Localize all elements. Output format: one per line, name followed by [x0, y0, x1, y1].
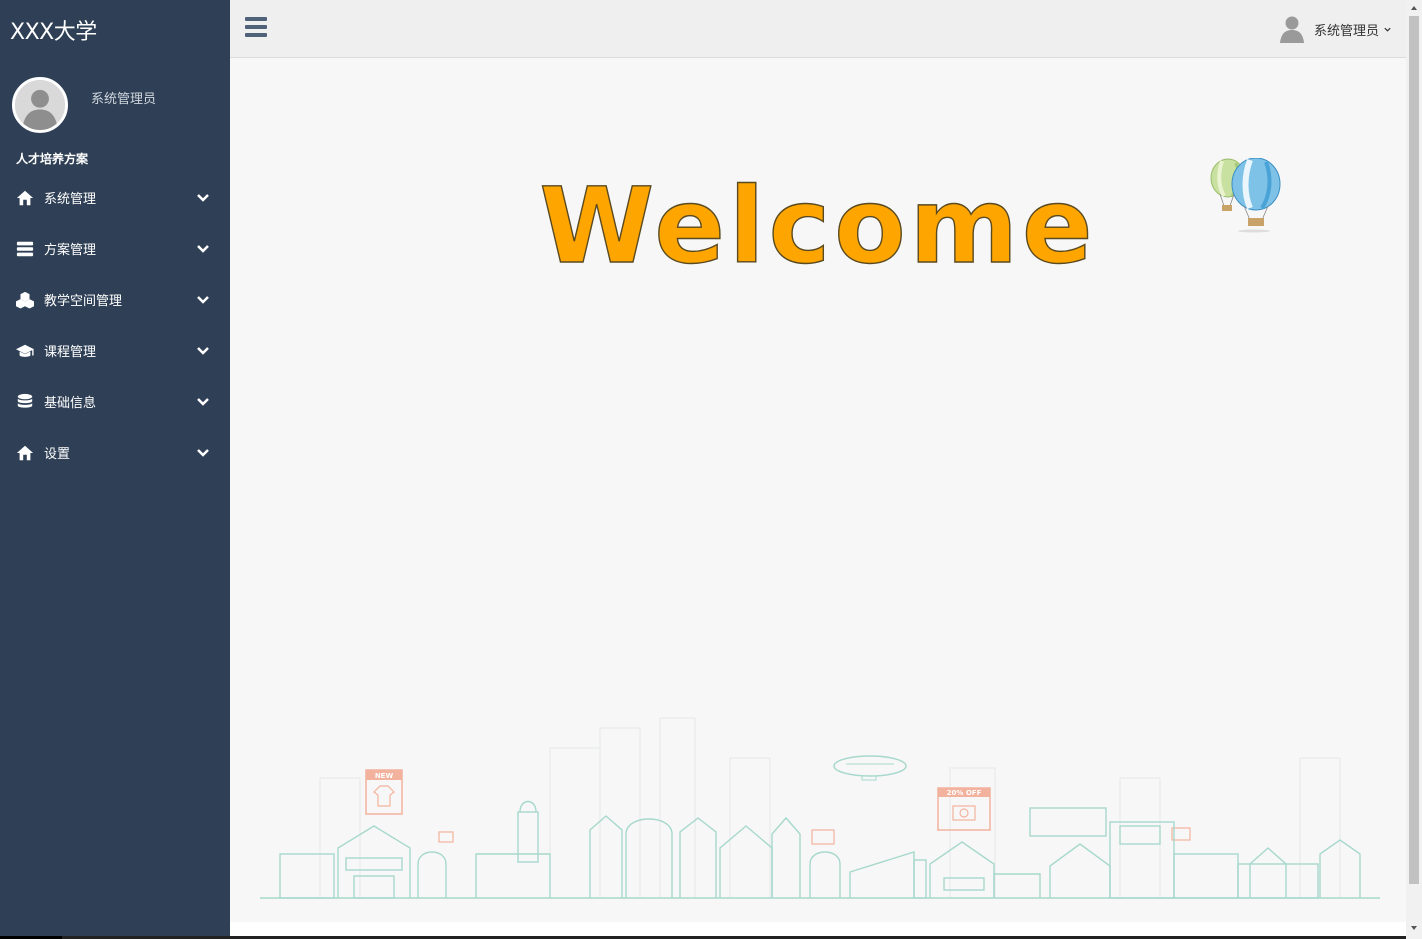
- home-icon: [14, 444, 36, 462]
- list-icon: [14, 240, 36, 258]
- chevron-down-icon: [196, 343, 210, 357]
- user-dropdown[interactable]: 系统管理员: [1279, 15, 1392, 43]
- sidebar-item-basic-info[interactable]: 基础信息: [0, 376, 230, 427]
- sidebar-item-label: 基础信息: [44, 396, 97, 411]
- discount-tag: 20% OFF: [937, 787, 991, 831]
- scroll-down-arrow-icon[interactable]: [1410, 924, 1418, 932]
- home-icon: [14, 189, 36, 207]
- chevron-down-icon: [196, 394, 210, 408]
- sidebar-section-title: 人才培养方案: [16, 152, 89, 166]
- profile-avatar[interactable]: [12, 77, 68, 133]
- database-icon: [14, 393, 36, 411]
- menu-toggle-icon[interactable]: [245, 17, 267, 37]
- profile-name: 系统管理员: [91, 92, 157, 107]
- user-icon: [1279, 16, 1304, 43]
- sidebar-item-label: 教学空间管理: [44, 294, 123, 309]
- sidebar-item-label: 课程管理: [44, 345, 97, 360]
- chevron-down-icon: [196, 292, 210, 306]
- discount-tag-label: 20% OFF: [947, 789, 982, 797]
- caret-down-icon: [1384, 27, 1391, 32]
- welcome-text: Welcome: [539, 165, 1096, 278]
- sidebar-item-label: 系统管理: [44, 192, 97, 207]
- chevron-down-icon: [196, 241, 210, 255]
- sidebar-menu: 系统管理 方案管理 教学空间管理 课程管理 基础信息 设置: [0, 172, 230, 478]
- new-tag-label: NEW: [375, 772, 394, 780]
- sidebar-item-settings[interactable]: 设置: [0, 427, 230, 478]
- scroll-up-arrow-icon[interactable]: [1410, 4, 1418, 12]
- main-content: Welcome NEW 20% OFF: [230, 58, 1406, 922]
- user-avatar-icon: [15, 80, 65, 130]
- brand-title[interactable]: XXX大学: [10, 14, 97, 46]
- cubes-icon: [14, 291, 36, 309]
- sidebar-item-teaching-space[interactable]: 教学空间管理: [0, 274, 230, 325]
- chevron-down-icon: [196, 445, 210, 459]
- city-skyline-illustration: NEW 20% OFF: [260, 717, 1380, 899]
- welcome-heading: Welcome: [539, 164, 1096, 278]
- scrollbar-thumb[interactable]: [1409, 16, 1419, 884]
- hot-air-balloons-illustration: [1210, 158, 1281, 233]
- user-name: 系统管理员: [1313, 23, 1379, 39]
- new-tag: NEW: [365, 769, 403, 815]
- sidebar-item-label: 设置: [44, 447, 71, 462]
- blue-balloon: [1231, 158, 1281, 226]
- chevron-down-icon: [196, 190, 210, 204]
- vertical-scrollbar[interactable]: [1406, 0, 1422, 939]
- foreground-buildings: [279, 800, 1361, 899]
- sidebar-item-plan-management[interactable]: 方案管理: [0, 223, 230, 274]
- sidebar-item-label: 方案管理: [44, 243, 97, 258]
- background-buildings: [319, 717, 1341, 899]
- sidebar: XXX大学 系统管理员 人才培养方案 系统管理 方案管理 教学空间管理 课程管理…: [0, 0, 230, 939]
- sidebar-item-system-management[interactable]: 系统管理: [0, 172, 230, 223]
- top-navbar: 系统管理员: [230, 0, 1406, 58]
- sidebar-item-course-management[interactable]: 课程管理: [0, 325, 230, 376]
- blimp: [833, 755, 907, 781]
- graduation-cap-icon: [14, 342, 36, 360]
